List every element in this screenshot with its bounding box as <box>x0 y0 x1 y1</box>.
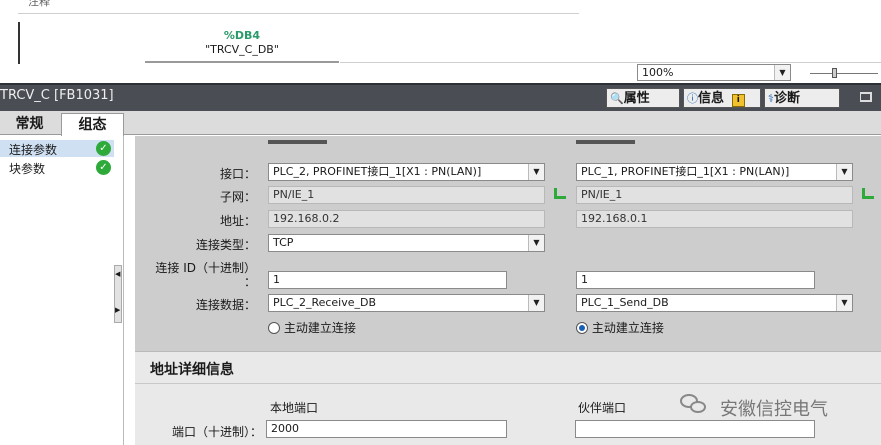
zoom-slider[interactable] <box>810 68 878 78</box>
sidebar-item-connection-params[interactable]: 连接参数 ✓ <box>0 140 114 157</box>
window-restore-icon[interactable] <box>860 92 872 102</box>
partner-connection-data-select[interactable]: PLC_1_Send_DB ▼ <box>576 294 853 312</box>
magnifier-icon: 🔍 <box>610 92 624 105</box>
tab-diagnostics[interactable]: ⚕诊断 <box>764 88 840 108</box>
sidebar-splitter[interactable]: ◀ ▶ <box>114 265 122 323</box>
local-interface-value: PLC_2, PROFINET接口_1[X1 : PN(LAN)] <box>273 165 482 178</box>
partner-port-header: 伙伴端口 <box>578 401 627 415</box>
details-title: 地址详细信息 <box>150 362 234 378</box>
tabs-strip <box>0 111 881 135</box>
local-subnet-link-icon[interactable] <box>554 188 566 200</box>
partner-active-label: 主动建立连接 <box>591 321 664 335</box>
sidebar-item-block-params[interactable]: 块参数 ✓ <box>0 159 114 176</box>
local-subnet-field: PN/IE_1 <box>268 186 545 204</box>
tab-properties[interactable]: 🔍属性 <box>606 88 680 108</box>
local-active-radio[interactable]: 主动建立连接 <box>268 319 356 335</box>
expand-right-icon: ▶ <box>115 306 121 314</box>
chevron-down-icon: ▼ <box>528 235 544 251</box>
local-port-header: 本地端口 <box>270 401 319 415</box>
partner-active-radio[interactable]: 主动建立连接 <box>576 319 664 335</box>
chevron-down-icon: ▼ <box>774 65 790 80</box>
interface-label: 接口： <box>219 167 256 181</box>
chevron-down-icon: ▼ <box>836 164 852 180</box>
address-label: 地址： <box>219 214 256 228</box>
wechat-icon <box>680 394 708 416</box>
details-divider <box>135 383 881 384</box>
partner-interface-select[interactable]: PLC_1, PROFINET接口_1[X1 : PN(LAN)] ▼ <box>576 163 853 181</box>
port-label: 端口（十进制）： <box>171 425 262 439</box>
info-badge-icon: i <box>731 94 745 107</box>
block-top-border <box>145 61 339 63</box>
inspector-title: TRCV_C [FB1031] <box>0 88 114 103</box>
column-marker-partner <box>576 140 635 144</box>
chevron-down-icon: ▼ <box>528 164 544 180</box>
tab-configuration[interactable]: 组态 <box>61 113 124 136</box>
editor-divider <box>18 13 579 14</box>
partner-port-input[interactable] <box>575 420 815 438</box>
info-icon: ⓘ <box>687 92 698 105</box>
local-connection-data-value: PLC_2_Receive_DB <box>273 296 377 309</box>
local-address-field: 192.168.0.2 <box>268 210 545 228</box>
radio-button[interactable] <box>268 321 280 334</box>
chevron-down-icon: ▼ <box>528 295 544 311</box>
radio-button-selected[interactable] <box>576 321 588 334</box>
partner-subnet-link-icon[interactable] <box>862 188 874 200</box>
local-connection-id-input[interactable]: 1 <box>268 271 507 289</box>
right-border-line <box>340 62 881 63</box>
tab-info[interactable]: ⓘ信息 i <box>683 88 761 108</box>
db-symbol: %DB4 <box>223 29 261 42</box>
local-port-input[interactable]: 2000 <box>266 420 507 438</box>
zoom-value: 100% <box>642 66 674 79</box>
local-connection-data-select[interactable]: PLC_2_Receive_DB ▼ <box>268 294 545 312</box>
connection-id-colon: ： <box>243 275 256 289</box>
partner-connection-id-input[interactable]: 1 <box>576 271 815 289</box>
sidebar-item-label: 连接参数 <box>9 143 58 157</box>
partner-interface-value: PLC_1, PROFINET接口_1[X1 : PN(LAN)] <box>581 165 790 178</box>
network-rail <box>18 22 20 64</box>
db-name: "TRCV_C_DB" <box>205 43 279 56</box>
chevron-down-icon: ▼ <box>836 295 852 311</box>
connection-type-select[interactable]: TCP ▼ <box>268 234 545 252</box>
sidebar <box>0 136 124 445</box>
column-marker-local <box>268 140 327 144</box>
sidebar-item-label: 块参数 <box>9 162 46 176</box>
tab-general[interactable]: 常规 <box>0 114 59 135</box>
checkmark-icon: ✓ <box>96 160 111 175</box>
collapse-left-icon: ◀ <box>115 270 121 278</box>
local-active-label: 主动建立连接 <box>283 321 356 335</box>
local-interface-select[interactable]: PLC_2, PROFINET接口_1[X1 : PN(LAN)] ▼ <box>268 163 545 181</box>
connection-type-label: 连接类型： <box>195 238 256 252</box>
subnet-label: 子网： <box>219 190 256 204</box>
checkmark-icon: ✓ <box>96 141 111 156</box>
connection-data-label: 连接数据： <box>195 298 256 312</box>
connection-type-value: TCP <box>273 236 294 249</box>
partner-subnet-field: PN/IE_1 <box>576 186 853 204</box>
zoom-select[interactable]: 100% ▼ <box>637 64 791 81</box>
partner-connection-data-value: PLC_1_Send_DB <box>581 296 669 309</box>
partner-address-field: 192.168.0.1 <box>576 210 853 228</box>
comment-label: 注释 <box>28 0 50 8</box>
watermark-text: 安徽信控电气 <box>720 399 828 420</box>
